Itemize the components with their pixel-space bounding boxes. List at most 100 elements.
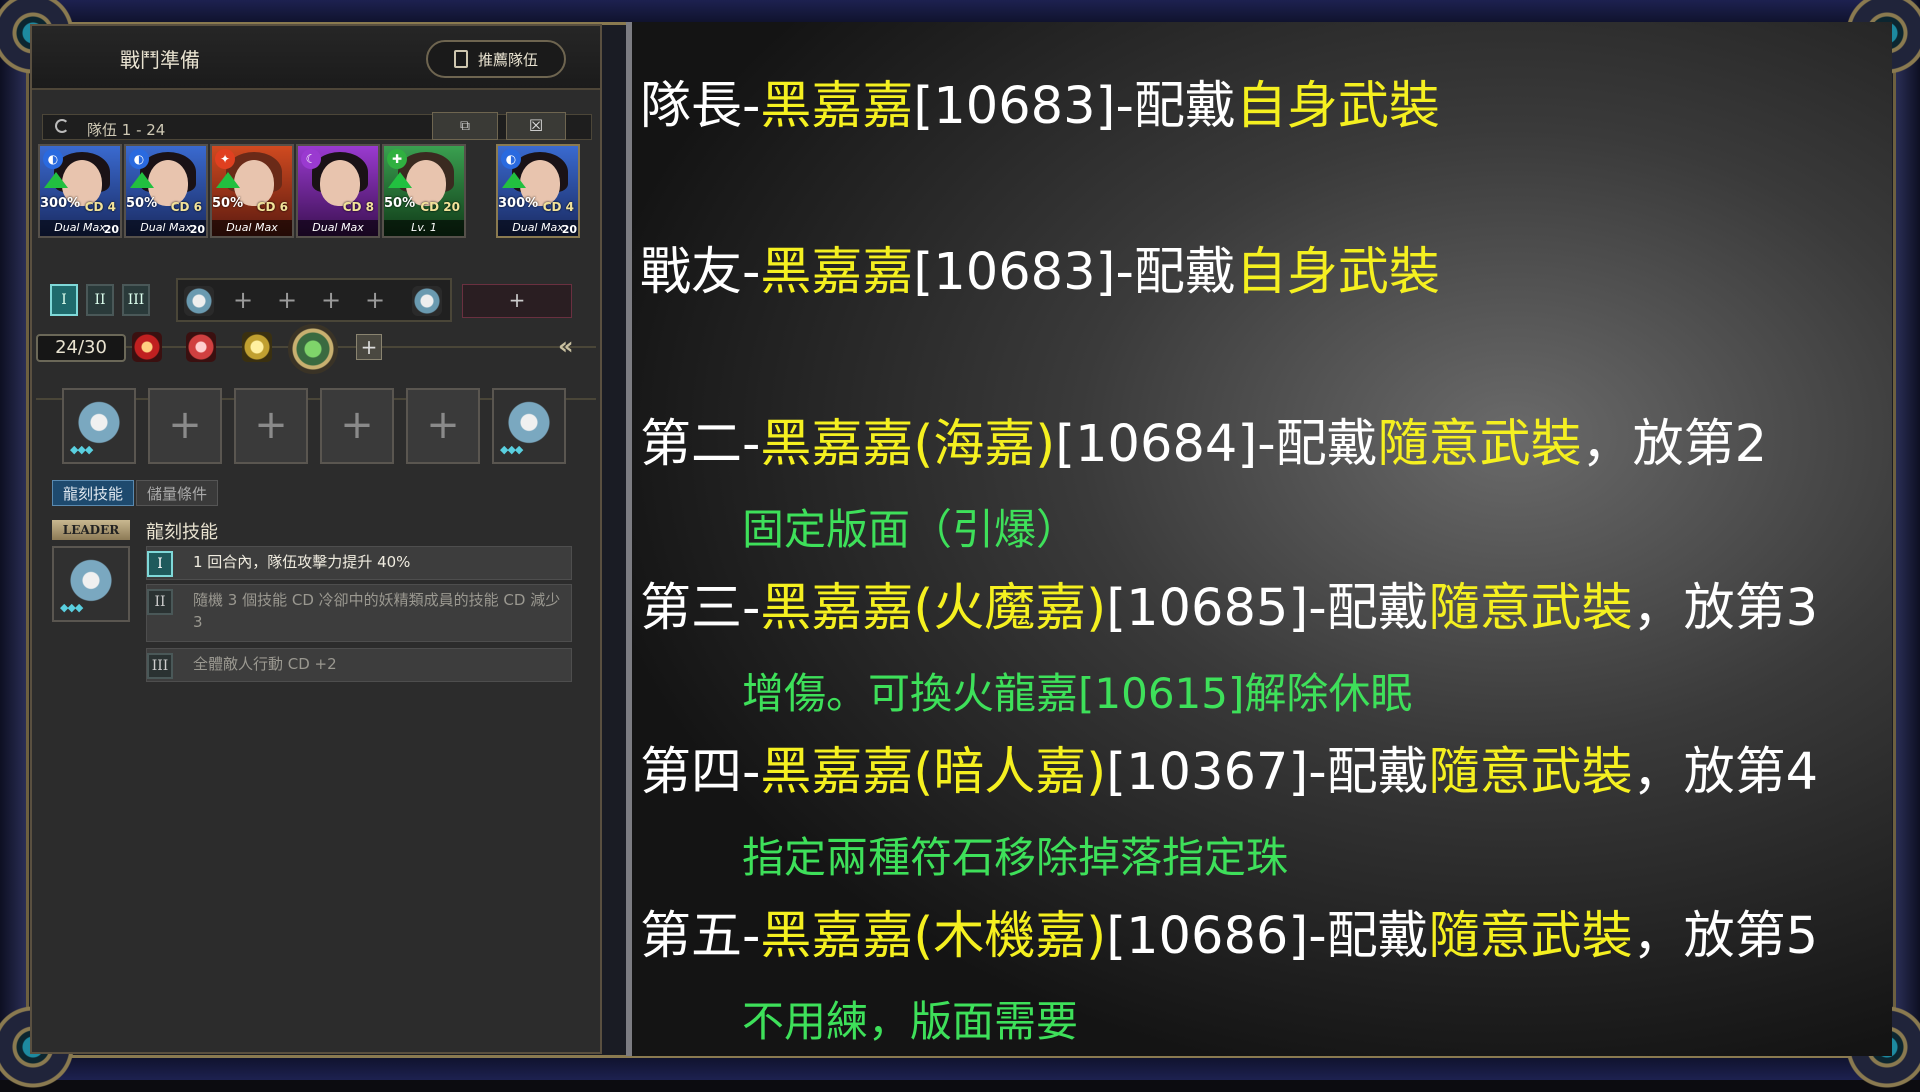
add-equipment-button[interactable]: +	[230, 288, 256, 314]
water-attr-icon: ◐	[501, 149, 521, 169]
copy-team-button[interactable]: ⧉	[432, 112, 498, 140]
recommend-team-button[interactable]: 推薦隊伍	[426, 40, 566, 78]
card-level-number: 20	[561, 223, 577, 236]
skill-text: 隨機 3 個技能 CD 冷卻中的妖精類成員的技能 CD 減少 3	[193, 591, 561, 631]
guide-line-member5: 第五-黑嘉嘉(木機嘉)[10686]-配戴隨意武裝，放第5	[640, 907, 1819, 966]
card-multiplier: 50%	[212, 196, 244, 211]
skill-row: III 全體敵人行動 CD +2	[146, 648, 572, 682]
add-equipment-button[interactable]: +	[362, 288, 388, 314]
rank-diamonds-icon: ◆◆◆	[500, 443, 523, 456]
tab-dragon-skill[interactable]: 龍刻技能	[52, 480, 135, 506]
card-level: Dual Max	[212, 220, 292, 236]
add-dragon-slot-button[interactable]: +	[320, 388, 394, 464]
skill-row: II 隨機 3 個技能 CD 冷卻中的妖精類成員的技能 CD 減少 3	[146, 584, 572, 642]
space-counter: 24/30	[36, 334, 126, 362]
dragon-portrait: ◆◆◆	[52, 546, 130, 622]
add-equipment-button[interactable]: +	[274, 288, 300, 314]
clear-team-button[interactable]: ☒	[506, 112, 566, 140]
card-multiplier: 50%	[384, 196, 416, 211]
card-multiplier: 300%	[498, 196, 539, 211]
collapse-chevron-icon[interactable]: «	[558, 332, 574, 360]
fire-attr-icon: ✦	[215, 149, 235, 169]
equipment-strip: + + + +	[176, 278, 452, 322]
guide-line-member4: 第四-黑嘉嘉(暗人嘉)[10367]-配戴隨意武裝，放第4	[640, 743, 1819, 802]
skill-text: 全體敵人行動 CD +2	[193, 655, 337, 673]
page-title: 戰鬥準備	[120, 48, 200, 72]
team-card[interactable]: ☾ CD 8 Dual Max	[296, 144, 380, 238]
team-card[interactable]: ✦ 50% CD 6 Dual Max	[210, 144, 294, 238]
friend-card[interactable]: ◐ 300% CD 4 Dual Max 20	[496, 144, 580, 238]
equipment-gem-icon[interactable]	[184, 286, 214, 316]
up-arrow-icon	[388, 172, 412, 188]
water-attr-icon: ◐	[129, 149, 149, 169]
refresh-icon[interactable]	[55, 119, 69, 133]
up-arrow-icon	[44, 172, 68, 188]
guide-line-friend: 戰友-黑嘉嘉[10683]-配戴自身武裝	[640, 243, 1440, 302]
add-equipment-button[interactable]: +	[318, 288, 344, 314]
guide-line-member2: 第二-黑嘉嘉(海嘉)[10684]-配戴隨意武裝，放第2	[640, 415, 1768, 474]
up-arrow-icon	[502, 172, 526, 188]
tab-storage-condition[interactable]: 儲量條件	[136, 480, 219, 506]
leader-tag: LEADER	[52, 520, 130, 540]
card-level: Lv. 1	[384, 220, 464, 236]
skill-level-badge: II	[147, 589, 173, 615]
gold-badge-icon[interactable]	[242, 332, 272, 362]
skill-title: 龍刻技能	[146, 522, 218, 543]
team-card[interactable]: ✚ 50% CD 20 Lv. 1	[382, 144, 466, 238]
panel-header: 戰鬥準備 推薦隊伍	[32, 26, 600, 90]
skill-level-badge: I	[147, 551, 173, 577]
battle-prep-panel: 戰鬥準備 推薦隊伍 隊伍 1 - 24 ⧉ ☒ ◐ 300% CD 4 Dual…	[30, 24, 602, 1054]
guide-note-member3: 增傷。可換火龍嘉[10615]解除休眠	[742, 669, 1413, 718]
tab-team-2[interactable]: II	[86, 284, 114, 316]
left-border	[0, 0, 29, 1080]
add-dragon-slot-button[interactable]: +	[406, 388, 480, 464]
bottom-border	[0, 1055, 1920, 1080]
rank-diamonds-icon: ◆◆◆	[60, 601, 83, 614]
team-label: 隊伍 1 - 24	[87, 121, 166, 139]
card-cd: CD 6	[170, 200, 202, 214]
add-dragon-slot-button[interactable]: +	[148, 388, 222, 464]
tab-team-1[interactable]: I	[50, 284, 78, 316]
dragon-emblem-icon[interactable]	[288, 324, 338, 374]
team-tabs-row: I II III + + + + +	[50, 278, 572, 324]
card-cd: CD 4	[84, 200, 116, 214]
skill-row: I 1 回合內，隊伍攻擊力提升 40%	[146, 546, 572, 580]
card-level-number: 20	[103, 223, 119, 236]
add-dragon-slot-button[interactable]: +	[234, 388, 308, 464]
card-level: Dual Max	[298, 220, 378, 236]
rank-diamonds-icon: ◆◆◆	[70, 443, 93, 456]
card-cd: CD 6	[256, 200, 288, 214]
team-card[interactable]: ◐ 300% CD 4 Dual Max 20	[38, 144, 122, 238]
card-cd: CD 20	[420, 200, 460, 214]
team-card[interactable]: ◐ 50% CD 6 Dual Max 20	[124, 144, 208, 238]
guide-line-leader: 隊長-黑嘉嘉[10683]-配戴自身武裝	[640, 77, 1440, 136]
wood-attr-icon: ✚	[387, 149, 407, 169]
card-multiplier: 300%	[40, 196, 81, 211]
guide-note-member4: 指定兩種符石移除掉落指定珠	[742, 833, 1289, 882]
card-level-number: 20	[189, 223, 205, 236]
rune-badge-icon[interactable]	[186, 332, 216, 362]
right-border	[1893, 0, 1920, 1080]
tab-team-3[interactable]: III	[122, 284, 150, 316]
list-icon	[453, 50, 468, 68]
guide-note-member2: 固定版面（引爆）	[742, 505, 1079, 554]
water-attr-icon: ◐	[43, 149, 63, 169]
recommend-team-label: 推薦隊伍	[477, 50, 538, 69]
dark-attr-icon: ☾	[301, 149, 321, 169]
skill-text: 1 回合內，隊伍攻擊力提升 40%	[193, 553, 411, 571]
guide-note-member5: 不用練，版面需要	[742, 997, 1079, 1046]
up-arrow-icon	[130, 172, 154, 188]
card-multiplier: 50%	[126, 196, 158, 211]
equipment-gem-icon[interactable]	[412, 286, 442, 316]
card-cd: CD 8	[342, 200, 374, 214]
up-arrow-icon	[216, 172, 240, 188]
attack-badge-icon[interactable]	[132, 332, 162, 362]
team-guide-overlay: 隊長-黑嘉嘉[10683]-配戴自身武裝 戰友-黑嘉嘉[10683]-配戴自身武…	[626, 22, 1892, 1056]
weapon-slot[interactable]: +	[462, 284, 572, 318]
add-badge-button[interactable]: +	[356, 334, 382, 360]
guide-line-member3: 第三-黑嘉嘉(火魔嘉)[10685]-配戴隨意武裝，放第3	[640, 579, 1819, 638]
card-cd: CD 4	[542, 200, 574, 214]
dragon-slot-filled[interactable]: ◆◆◆	[492, 388, 566, 464]
skill-level-badge: III	[147, 653, 173, 679]
dragon-slot-filled[interactable]: ◆◆◆	[62, 388, 136, 464]
